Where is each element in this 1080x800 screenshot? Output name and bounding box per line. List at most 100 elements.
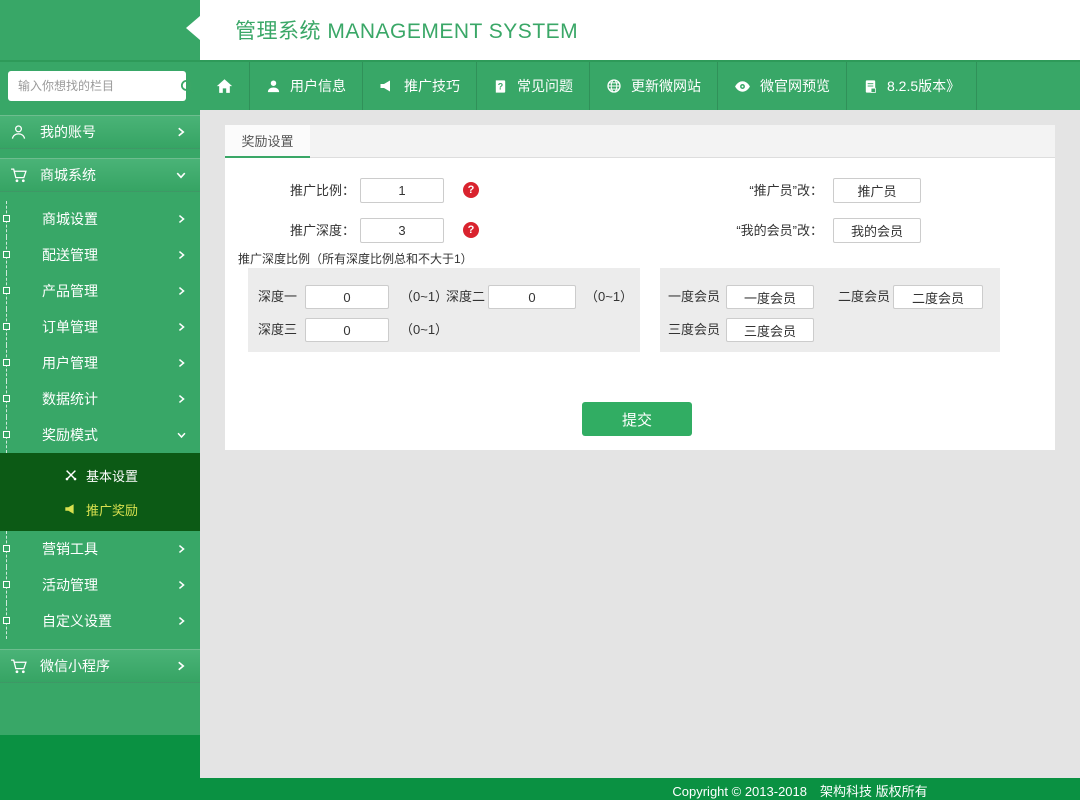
help-icon[interactable]: ? (463, 182, 479, 198)
copyright-text: Copyright © 2013-2018 架构科技 版权所有 (672, 781, 927, 800)
depth2-range: （0~1） (585, 285, 633, 309)
top-navbar: 用户信息 推广技巧 ? 常见问题 更新微网站 (0, 60, 1080, 110)
chevron-right-icon (176, 286, 187, 297)
mini-megaphone-icon (64, 502, 78, 516)
settings-panel: 奖励设置 推广比例： ? 推广深度： ? 推广深度比例（所有深度比例总和不大于1… (225, 125, 1055, 450)
chevron-right-icon (176, 580, 187, 591)
level1-label: 一度会员 (668, 285, 720, 309)
footer: Copyright © 2013-2018 架构科技 版权所有 (0, 778, 1080, 800)
sidebar-item-label: 活动管理 (42, 575, 98, 595)
sidebar-item-delivery-mgmt[interactable]: 配送管理 (0, 237, 200, 273)
sidebar-item-label: 我的账号 (40, 122, 96, 142)
submit-button[interactable]: 提交 (582, 402, 692, 436)
sidebar-item-mall-settings[interactable]: 商城设置 (0, 201, 200, 237)
sidebar-item-label: 基本设置 (86, 466, 138, 485)
nav-item-user-info[interactable]: 用户信息 (250, 62, 363, 110)
depth1-label: 深度一 (258, 285, 297, 309)
sidebar-search (8, 71, 186, 101)
chevron-right-icon (176, 250, 187, 261)
sidebar-item-label: 数据统计 (42, 389, 98, 409)
chevron-right-icon (176, 214, 187, 225)
globe-icon (606, 78, 622, 94)
tree-node-icon (3, 395, 10, 402)
promo-depth-label: 推广深度： (225, 218, 355, 243)
level3-input[interactable] (726, 318, 814, 342)
search-input[interactable] (8, 79, 179, 93)
depth3-range: （0~1） (400, 318, 448, 342)
depth1-input[interactable] (305, 285, 389, 309)
tab-reward-settings[interactable]: 奖励设置 (225, 125, 310, 158)
nav-item-label: 常见问题 (517, 76, 573, 96)
header-notch (186, 16, 200, 40)
sidebar-item-user-mgmt[interactable]: 用户管理 (0, 345, 200, 381)
member-rename-label: “我的会员”改： (655, 218, 823, 243)
level3-label: 三度会员 (668, 318, 720, 342)
nav-item-version[interactable]: 8.2.5版本》 (847, 62, 977, 110)
member-rename-input[interactable] (833, 218, 921, 243)
chevron-right-icon (176, 322, 187, 333)
promo-ratio-input[interactable] (360, 178, 444, 203)
nav-item-label: 推广技巧 (404, 76, 460, 96)
promo-depth-input[interactable] (360, 218, 444, 243)
sidebar-item-custom-settings[interactable]: 自定义设置 (0, 603, 200, 639)
sidebar: 我的账号 商城系统 商城设置 (0, 0, 200, 800)
depth2-input[interactable] (488, 285, 576, 309)
help-icon[interactable]: ? (463, 222, 479, 238)
depth3-label: 深度三 (258, 318, 297, 342)
level1-input[interactable] (726, 285, 814, 309)
nav-item-faq[interactable]: ? 常见问题 (477, 62, 590, 110)
tree-node-icon (3, 617, 10, 624)
home-icon (216, 78, 233, 95)
cart-icon (10, 658, 34, 675)
reward-form: 推广比例： ? 推广深度： ? 推广深度比例（所有深度比例总和不大于1） 深度一… (225, 158, 1055, 449)
level2-input[interactable] (893, 285, 983, 309)
sidebar-item-label: 自定义设置 (42, 611, 112, 631)
sidebar-item-mall-system[interactable]: 商城系统 (0, 158, 200, 192)
main-content: 奖励设置 推广比例： ? 推广深度： ? 推广深度比例（所有深度比例总和不大于1… (200, 110, 1080, 778)
chevron-right-icon (175, 660, 187, 672)
user-icon (266, 79, 281, 94)
sidebar-item-product-mgmt[interactable]: 产品管理 (0, 273, 200, 309)
sidebar-item-marketing-tools[interactable]: 营销工具 (0, 531, 200, 567)
sidebar-item-wechat-miniprogram[interactable]: 微信小程序 (0, 649, 200, 683)
sidebar-item-basic-settings[interactable]: 基本设置 (0, 458, 200, 492)
sidebar-item-order-mgmt[interactable]: 订单管理 (0, 309, 200, 345)
nav-item-promo-tips[interactable]: 推广技巧 (363, 62, 477, 110)
depth-ratio-box: 深度一 （0~1） 深度二 （0~1） 深度三 （0~1） (248, 268, 640, 352)
nav-item-label: 8.2.5版本》 (887, 76, 960, 96)
version-doc-icon (863, 79, 878, 94)
nav-item-update-microsite[interactable]: 更新微网站 (590, 62, 718, 110)
sidebar-item-label: 用户管理 (42, 353, 98, 373)
sidebar-item-label: 微信小程序 (40, 656, 110, 676)
sidebar-item-label: 推广奖励 (86, 500, 138, 519)
sidebar-item-label: 商城设置 (42, 209, 98, 229)
tab-bar: 奖励设置 (225, 125, 1055, 158)
sidebar-item-promo-reward[interactable]: 推广奖励 (0, 492, 200, 526)
sidebar-item-data-stats[interactable]: 数据统计 (0, 381, 200, 417)
sidebar-item-label: 订单管理 (42, 317, 98, 337)
sidebar-item-reward-mode[interactable]: 奖励模式 (0, 417, 200, 453)
promoter-rename-input[interactable] (833, 178, 921, 203)
sidebar-item-label: 商城系统 (40, 165, 96, 185)
chevron-down-icon (176, 430, 187, 441)
search-icon[interactable] (179, 78, 196, 95)
tree-node-icon (3, 251, 10, 258)
depth2-label: 深度二 (446, 285, 485, 309)
depth3-input[interactable] (305, 318, 389, 342)
sidebar-item-label: 产品管理 (42, 281, 98, 301)
sidebar-item-activity-mgmt[interactable]: 活动管理 (0, 567, 200, 603)
nav-item-site-preview[interactable]: 微官网预览 (718, 62, 847, 110)
nav-item-label: 更新微网站 (631, 76, 701, 96)
eye-icon (734, 78, 751, 95)
tree-node-icon (3, 359, 10, 366)
tree-node-icon (3, 545, 10, 552)
tree-node-icon (3, 431, 10, 438)
sidebar-item-my-account[interactable]: 我的账号 (0, 115, 200, 149)
page: 我的账号 商城系统 商城设置 (0, 0, 1080, 800)
level2-label: 二度会员 (838, 285, 890, 309)
nav-home[interactable] (200, 62, 250, 110)
chevron-down-icon (175, 169, 187, 181)
chevron-right-icon (175, 126, 187, 138)
tree-node-icon (3, 287, 10, 294)
nav-items: 用户信息 推广技巧 ? 常见问题 更新微网站 (200, 62, 977, 110)
